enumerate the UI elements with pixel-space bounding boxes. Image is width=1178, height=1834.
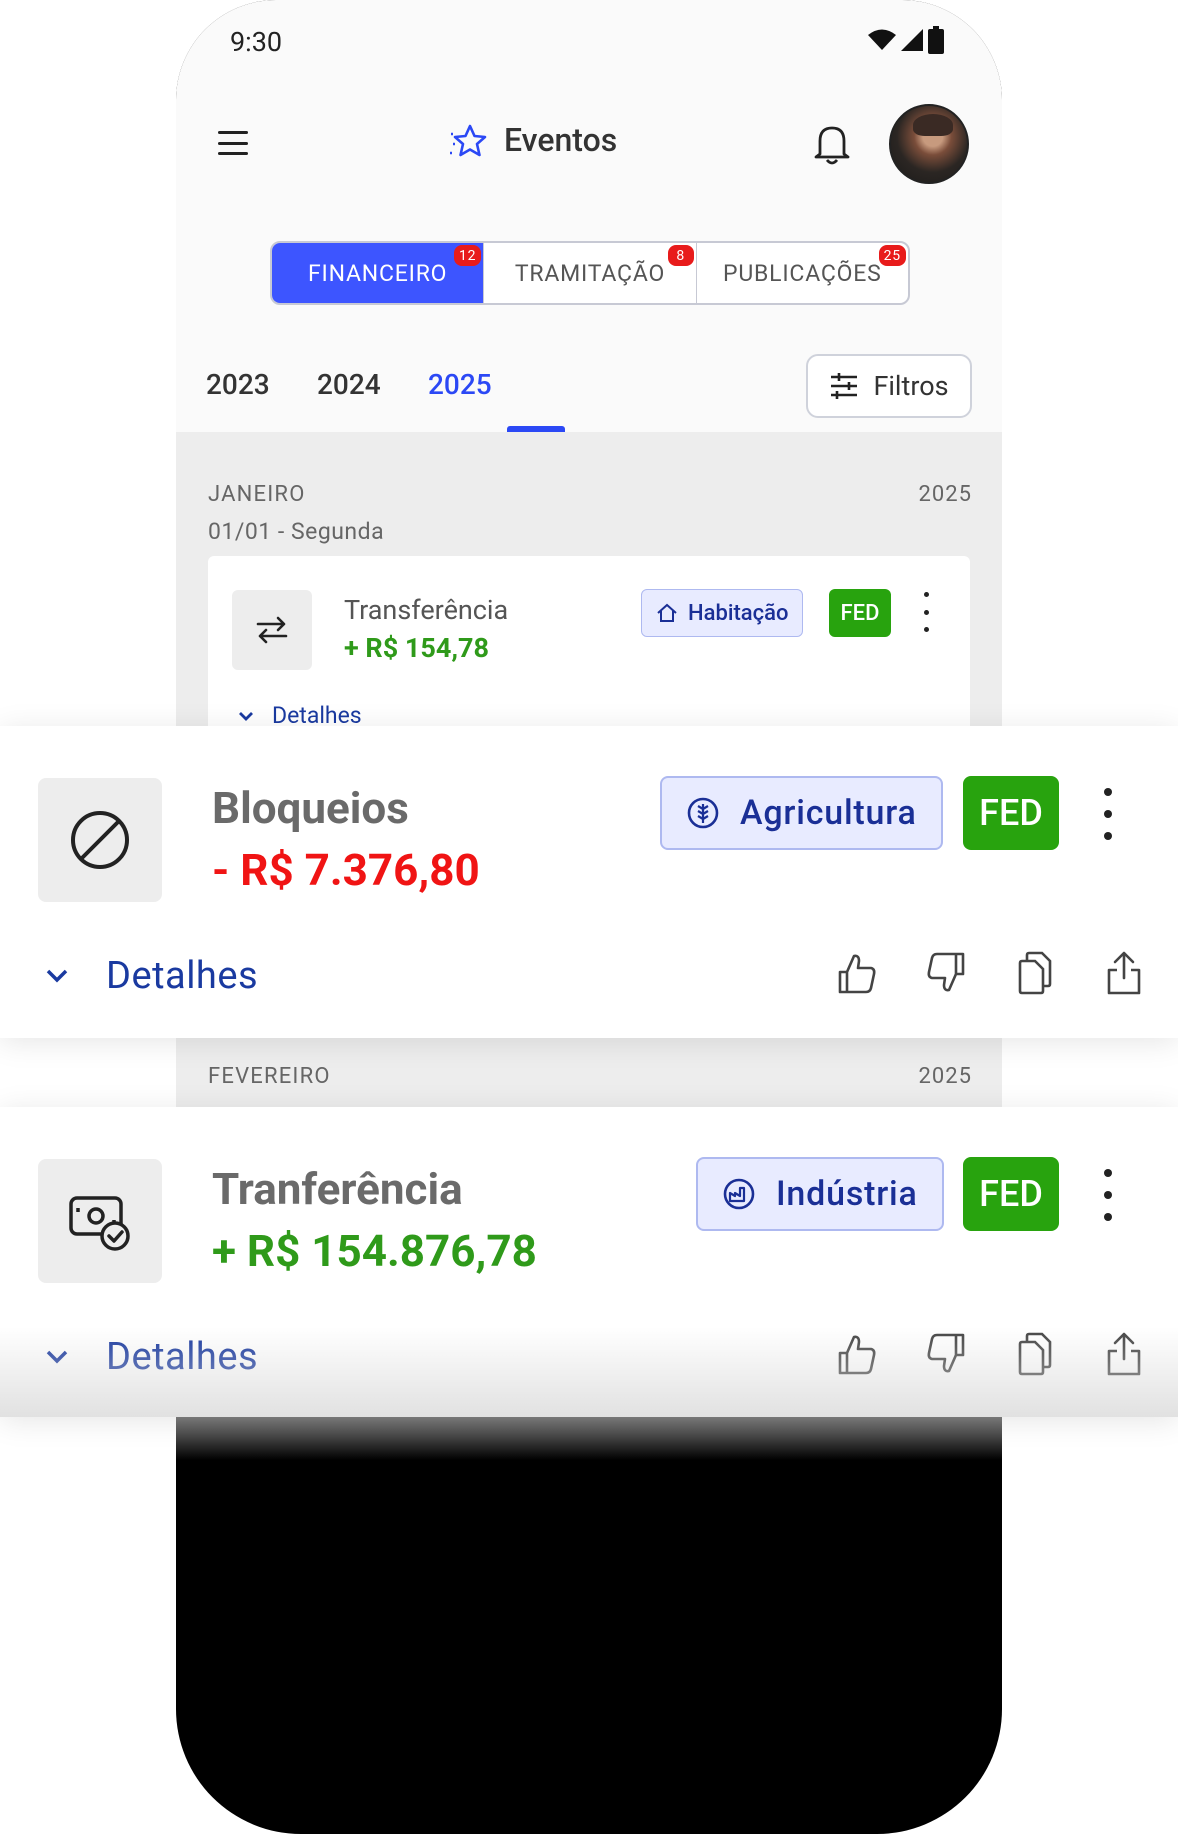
year-tab-indicator: [507, 426, 565, 432]
card-actions: [836, 950, 1145, 996]
event-title: Transferência: [344, 594, 509, 626]
copy-icon[interactable]: [1014, 950, 1056, 996]
wheat-icon: [687, 797, 719, 829]
event-title: Bloqueios: [212, 782, 409, 834]
money-check-icon: [38, 1159, 162, 1283]
card-actions: [836, 1331, 1145, 1377]
more-options-icon[interactable]: [1098, 788, 1118, 840]
thumbs-down-icon[interactable]: [925, 1331, 967, 1377]
category-chip[interactable]: Indústria: [696, 1157, 944, 1231]
category-chip-label: Agricultura: [740, 793, 917, 833]
chevron-down-icon: [46, 969, 68, 983]
tab-publicacoes[interactable]: PUBLICAÇÕES 25: [695, 243, 908, 303]
signal-icon: [901, 29, 923, 51]
category-chip-label: Indústria: [776, 1174, 918, 1214]
tab-financeiro[interactable]: FINANCEIRO 12: [272, 243, 484, 303]
category-segmented-control: FINANCEIRO 12 TRAMITAÇÃO 8 PUBLICAÇÕES 2…: [270, 241, 910, 305]
status-icons: [868, 26, 944, 54]
year-tab-2023[interactable]: 2023: [206, 368, 270, 401]
details-toggle[interactable]: Detalhes: [238, 702, 362, 729]
tab-financeiro-label: FINANCEIRO: [308, 259, 448, 287]
details-label: Detalhes: [106, 1335, 259, 1379]
tab-financeiro-badge: 12: [453, 245, 482, 266]
details-label: Detalhes: [106, 954, 259, 998]
category-chip[interactable]: Habitação: [641, 589, 804, 637]
share-icon[interactable]: [1103, 1331, 1145, 1377]
menu-icon[interactable]: [216, 128, 250, 158]
factory-icon: [723, 1178, 755, 1210]
tab-tramitacao-badge: 8: [667, 245, 694, 266]
month-header-fevereiro: FEVEREIRO: [208, 1064, 331, 1089]
category-chip-label: Habitação: [688, 600, 789, 626]
transfer-icon: [232, 590, 312, 670]
filter-button-label: Filtros: [873, 370, 949, 402]
wifi-icon: [868, 29, 896, 50]
details-label: Detalhes: [272, 702, 362, 729]
event-card-bloqueios[interactable]: Bloqueios - R$ 7.376,80 Agricultura FED …: [0, 726, 1178, 1038]
thumbs-up-icon[interactable]: [836, 1331, 878, 1377]
fed-badge: FED: [829, 589, 891, 637]
app-title-group: Eventos: [448, 120, 617, 160]
copy-icon[interactable]: [1014, 1331, 1056, 1377]
star-sparkle-icon: [450, 124, 487, 157]
details-toggle[interactable]: Detalhes: [46, 1335, 258, 1379]
battery-icon: [928, 26, 944, 54]
chevron-down-icon: [46, 1350, 68, 1364]
event-card-tranferencia[interactable]: Tranferência + R$ 154.876,78 Indústria F…: [0, 1107, 1178, 1417]
year-tab-2024[interactable]: 2024: [317, 368, 381, 401]
tab-tramitacao-label: TRAMITAÇÃO: [514, 259, 666, 287]
fed-badge: FED: [963, 1157, 1059, 1231]
fed-badge: FED: [963, 776, 1059, 850]
thumbs-up-icon[interactable]: [836, 950, 878, 996]
date-label: 01/01 - Segunda: [208, 518, 385, 545]
filter-button[interactable]: Filtros: [806, 354, 972, 418]
house-icon: [657, 603, 677, 622]
more-options-icon[interactable]: [919, 592, 933, 632]
block-icon: [38, 778, 162, 902]
thumbs-down-icon[interactable]: [925, 950, 967, 996]
event-amount: + R$ 154,78: [344, 632, 490, 664]
details-toggle[interactable]: Detalhes: [46, 954, 258, 998]
chevron-down-icon: [239, 711, 253, 721]
tab-publicacoes-badge: 25: [878, 245, 906, 266]
month-year-fevereiro: 2025: [918, 1064, 972, 1089]
filter-sliders-icon: [831, 373, 858, 399]
status-time: 9:30: [230, 26, 283, 58]
notification-bell-icon[interactable]: [812, 122, 852, 166]
month-year-janeiro: 2025: [918, 482, 972, 507]
share-icon[interactable]: [1103, 950, 1145, 996]
category-chip[interactable]: Agricultura: [660, 776, 943, 850]
tab-tramitacao[interactable]: TRAMITAÇÃO 8: [483, 243, 695, 303]
page-title: Eventos: [504, 121, 618, 159]
month-header-janeiro: JANEIRO: [208, 482, 306, 507]
event-amount: - R$ 7.376,80: [212, 844, 480, 896]
event-amount: + R$ 154.876,78: [212, 1225, 537, 1277]
tab-publicacoes-label: PUBLICAÇÕES: [723, 259, 882, 287]
more-options-icon[interactable]: [1098, 1169, 1118, 1221]
user-avatar[interactable]: [889, 104, 969, 184]
event-title: Tranferência: [212, 1163, 463, 1215]
year-tab-2025[interactable]: 2025: [428, 368, 492, 401]
